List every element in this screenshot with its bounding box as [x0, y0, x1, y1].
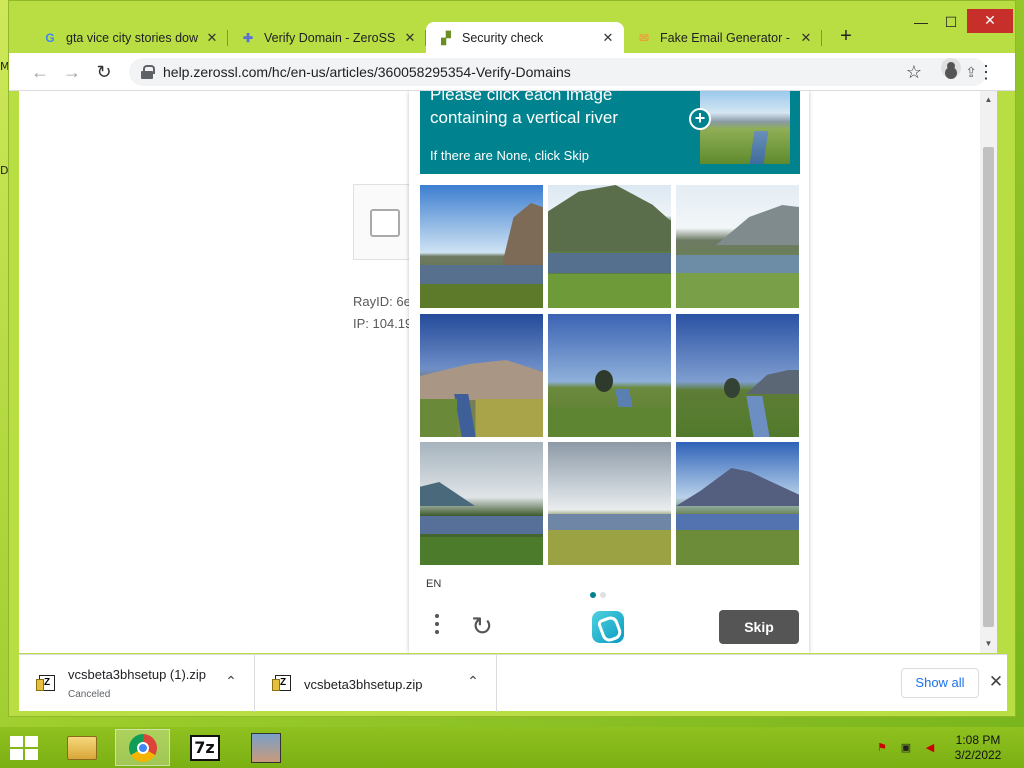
chrome-icon[interactable]	[115, 729, 170, 766]
game-icon[interactable]	[238, 729, 293, 766]
clock-date: 3/2/2022	[954, 748, 1002, 762]
expand-example-icon[interactable]: +	[689, 108, 711, 130]
page-dot	[600, 592, 606, 598]
challenge-header: Please click each image containing a ver…	[420, 91, 800, 174]
system-clock[interactable]: 1:08 PM 3/2/2022	[948, 733, 1008, 763]
tab-close-icon[interactable]: ✕	[204, 30, 220, 46]
forward-button[interactable]: →	[61, 61, 83, 83]
puzzle-icon: ✚	[242, 30, 254, 45]
ip-text: IP: 104.19	[353, 316, 413, 331]
image-tile[interactable]	[548, 314, 671, 437]
tab-title: Verify Domain - ZeroSSL	[264, 30, 396, 45]
tab-security-check[interactable]: ▞ Security check ✕	[426, 22, 624, 53]
bookmark-star-icon[interactable]: ☆	[903, 61, 925, 83]
image-tile[interactable]	[676, 185, 799, 308]
page-content: RayID: 6e IP: 104.19 Please click each i…	[19, 91, 997, 653]
challenge-subtext: If there are None, click Skip	[430, 148, 589, 163]
image-tile[interactable]	[420, 442, 543, 565]
zendesk-icon: ▞	[441, 30, 451, 45]
hcaptcha-challenge: Please click each image containing a ver…	[409, 91, 809, 653]
scroll-down-arrow-icon[interactable]: ▼	[980, 637, 997, 651]
close-shelf-icon[interactable]: ✕	[985, 671, 1007, 693]
image-tile[interactable]	[548, 185, 671, 308]
skip-button[interactable]: Skip	[719, 610, 799, 644]
tab-verify-domain[interactable]: ✚ Verify Domain - ZeroSSL ✕	[228, 22, 426, 53]
image-tile[interactable]	[420, 185, 543, 308]
tab-strip: G gta vice city stories down ✕ ✚ Verify …	[9, 1, 1015, 53]
ray-id-text: RayID: 6e	[353, 294, 411, 309]
power-icon[interactable]: ▣	[898, 741, 914, 755]
tab-title: gta vice city stories down	[66, 30, 198, 45]
clock-time: 1:08 PM	[955, 733, 1001, 747]
zip-file-icon: Z	[272, 675, 291, 691]
browser-window: G gta vice city stories down ✕ ✚ Verify …	[8, 0, 1016, 717]
image-tile[interactable]	[676, 314, 799, 437]
human-verification-checkbox[interactable]	[370, 209, 400, 237]
refresh-challenge-icon[interactable]: ↻	[467, 611, 497, 641]
tab-title: Security check	[462, 30, 544, 45]
maximize-button[interactable]: ☐	[937, 11, 965, 33]
taskbar: 7z ⚑ ▣ ◀ 1:08 PM 3/2/2022	[0, 727, 1024, 768]
tab-title: Fake Email Generator - te	[660, 30, 792, 45]
page-dot-active	[590, 592, 596, 598]
browser-toolbar: ← → ↻ help.zerossl.com/hc/en-us/articles…	[9, 53, 1015, 91]
tab-close-icon[interactable]: ✕	[600, 30, 616, 46]
address-bar[interactable]: help.zerossl.com/hc/en-us/articles/36005…	[129, 58, 987, 86]
google-g-icon: G	[45, 30, 55, 45]
download-item[interactable]: Z vcsbeta3bhsetup (1).zip Canceled ⌃	[19, 655, 255, 712]
challenge-prompt: Please click each image containing a ver…	[430, 91, 619, 127]
scrollbar-thumb[interactable]	[983, 147, 994, 627]
download-item[interactable]: Z vcsbeta3bhsetup.zip ⌃	[255, 655, 497, 712]
envelope-icon: ✉	[638, 30, 650, 45]
close-window-button[interactable]: ✕	[967, 9, 1013, 33]
file-explorer-icon[interactable]	[54, 729, 109, 766]
7zip-label: 7z	[189, 734, 220, 761]
download-shelf: Z vcsbeta3bhsetup (1).zip Canceled ⌃ Z v…	[19, 654, 1007, 712]
zip-file-icon: Z	[36, 675, 55, 691]
tab-close-icon[interactable]: ✕	[798, 30, 814, 46]
chrome-menu-icon[interactable]: ⋮	[975, 61, 997, 83]
minimize-button[interactable]: —	[907, 11, 935, 33]
tab-gta-search[interactable]: G gta vice city stories down ✕	[30, 22, 228, 53]
reload-button[interactable]: ↻	[93, 61, 115, 83]
image-grid	[420, 185, 800, 565]
scroll-up-arrow-icon[interactable]: ▲	[980, 93, 997, 107]
page-scrollbar[interactable]: ▲ ▼	[980, 91, 997, 653]
download-filename: vcsbeta3bhsetup.zip	[304, 677, 423, 692]
back-button[interactable]: ←	[29, 61, 51, 83]
image-tile[interactable]	[420, 314, 543, 437]
network-error-icon[interactable]: ⚑	[874, 741, 890, 755]
tab-close-icon[interactable]: ✕	[402, 30, 418, 46]
more-options-icon[interactable]	[427, 611, 447, 641]
profile-avatar[interactable]	[941, 58, 961, 78]
windows-start-icon[interactable]	[10, 736, 38, 760]
challenge-footer: ↻ Skip	[409, 601, 809, 653]
lock-icon	[141, 65, 155, 79]
new-tab-button[interactable]: +	[835, 25, 857, 47]
download-status: Canceled	[68, 689, 111, 700]
image-tile[interactable]	[676, 442, 799, 565]
tab-fake-email[interactable]: ✉ Fake Email Generator - te ✕	[624, 22, 822, 53]
download-filename: vcsbeta3bhsetup (1).zip	[68, 667, 207, 682]
chevron-up-icon[interactable]: ⌃	[221, 671, 241, 691]
7zip-icon[interactable]: 7z	[177, 729, 232, 766]
show-all-button[interactable]: Show all	[901, 668, 979, 698]
hcaptcha-logo-icon	[592, 611, 624, 643]
image-tile[interactable]	[548, 442, 671, 565]
volume-muted-icon[interactable]: ◀	[922, 741, 938, 755]
example-image	[700, 91, 790, 164]
url-text: help.zerossl.com/hc/en-us/articles/36005…	[163, 64, 571, 80]
language-selector[interactable]: EN	[426, 578, 441, 590]
chevron-up-icon[interactable]: ⌃	[463, 671, 483, 691]
